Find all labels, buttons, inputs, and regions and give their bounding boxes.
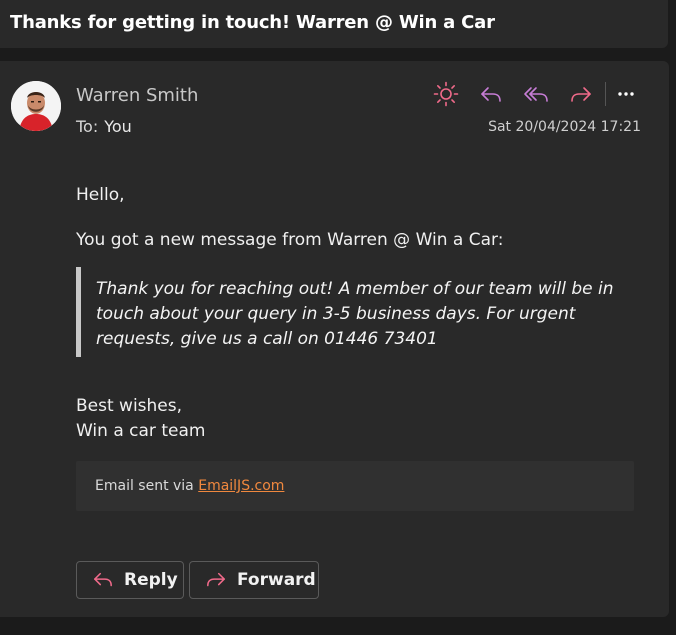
signoff: Best wishes, Win a car team (76, 394, 205, 444)
sender-name[interactable]: Warren Smith (76, 85, 198, 106)
intro-text: You got a new message from Warren @ Win … (76, 230, 504, 250)
quoted-message: Thank you for reaching out! A member of … (76, 267, 626, 357)
message-card: Warren Smith To: You Sat 20/04/2024 17:21 (0, 61, 669, 617)
message-body: Hello, You got a new message from Warren… (76, 183, 636, 441)
to-label: To: (76, 117, 99, 136)
email-subject: Thanks for getting in touch! Warren @ Wi… (10, 12, 495, 33)
reply-icon (92, 570, 114, 590)
forward-button[interactable]: Forward (189, 561, 319, 599)
emailjs-link[interactable]: EmailJS.com (198, 478, 284, 494)
avatar[interactable] (11, 81, 61, 131)
greeting-text: Hello, (76, 185, 125, 205)
signoff-line-2: Win a car team (76, 421, 206, 441)
reply-all-icon[interactable] (522, 80, 550, 108)
footer-box: Email sent via EmailJS.com (76, 461, 634, 511)
footer-text: Email sent via EmailJS.com (95, 478, 284, 494)
message-actions (432, 80, 638, 108)
reply-button-label: Reply (124, 570, 178, 590)
reply-icon[interactable] (477, 80, 505, 108)
sun-icon[interactable] (432, 80, 460, 108)
recipient-line: To: You (76, 117, 132, 136)
reply-button[interactable]: Reply (76, 561, 184, 599)
footer-prefix: Email sent via (95, 478, 199, 494)
sent-date: Sat 20/04/2024 17:21 (488, 119, 641, 135)
signoff-line-1: Best wishes, (76, 396, 183, 416)
subject-bar: Thanks for getting in touch! Warren @ Wi… (0, 0, 668, 48)
more-icon[interactable] (614, 80, 638, 108)
forward-button-label: Forward (237, 570, 316, 590)
forward-icon[interactable] (567, 80, 595, 108)
forward-icon (205, 570, 227, 590)
recipient-name[interactable]: You (104, 117, 132, 136)
toolbar-divider (605, 82, 606, 106)
